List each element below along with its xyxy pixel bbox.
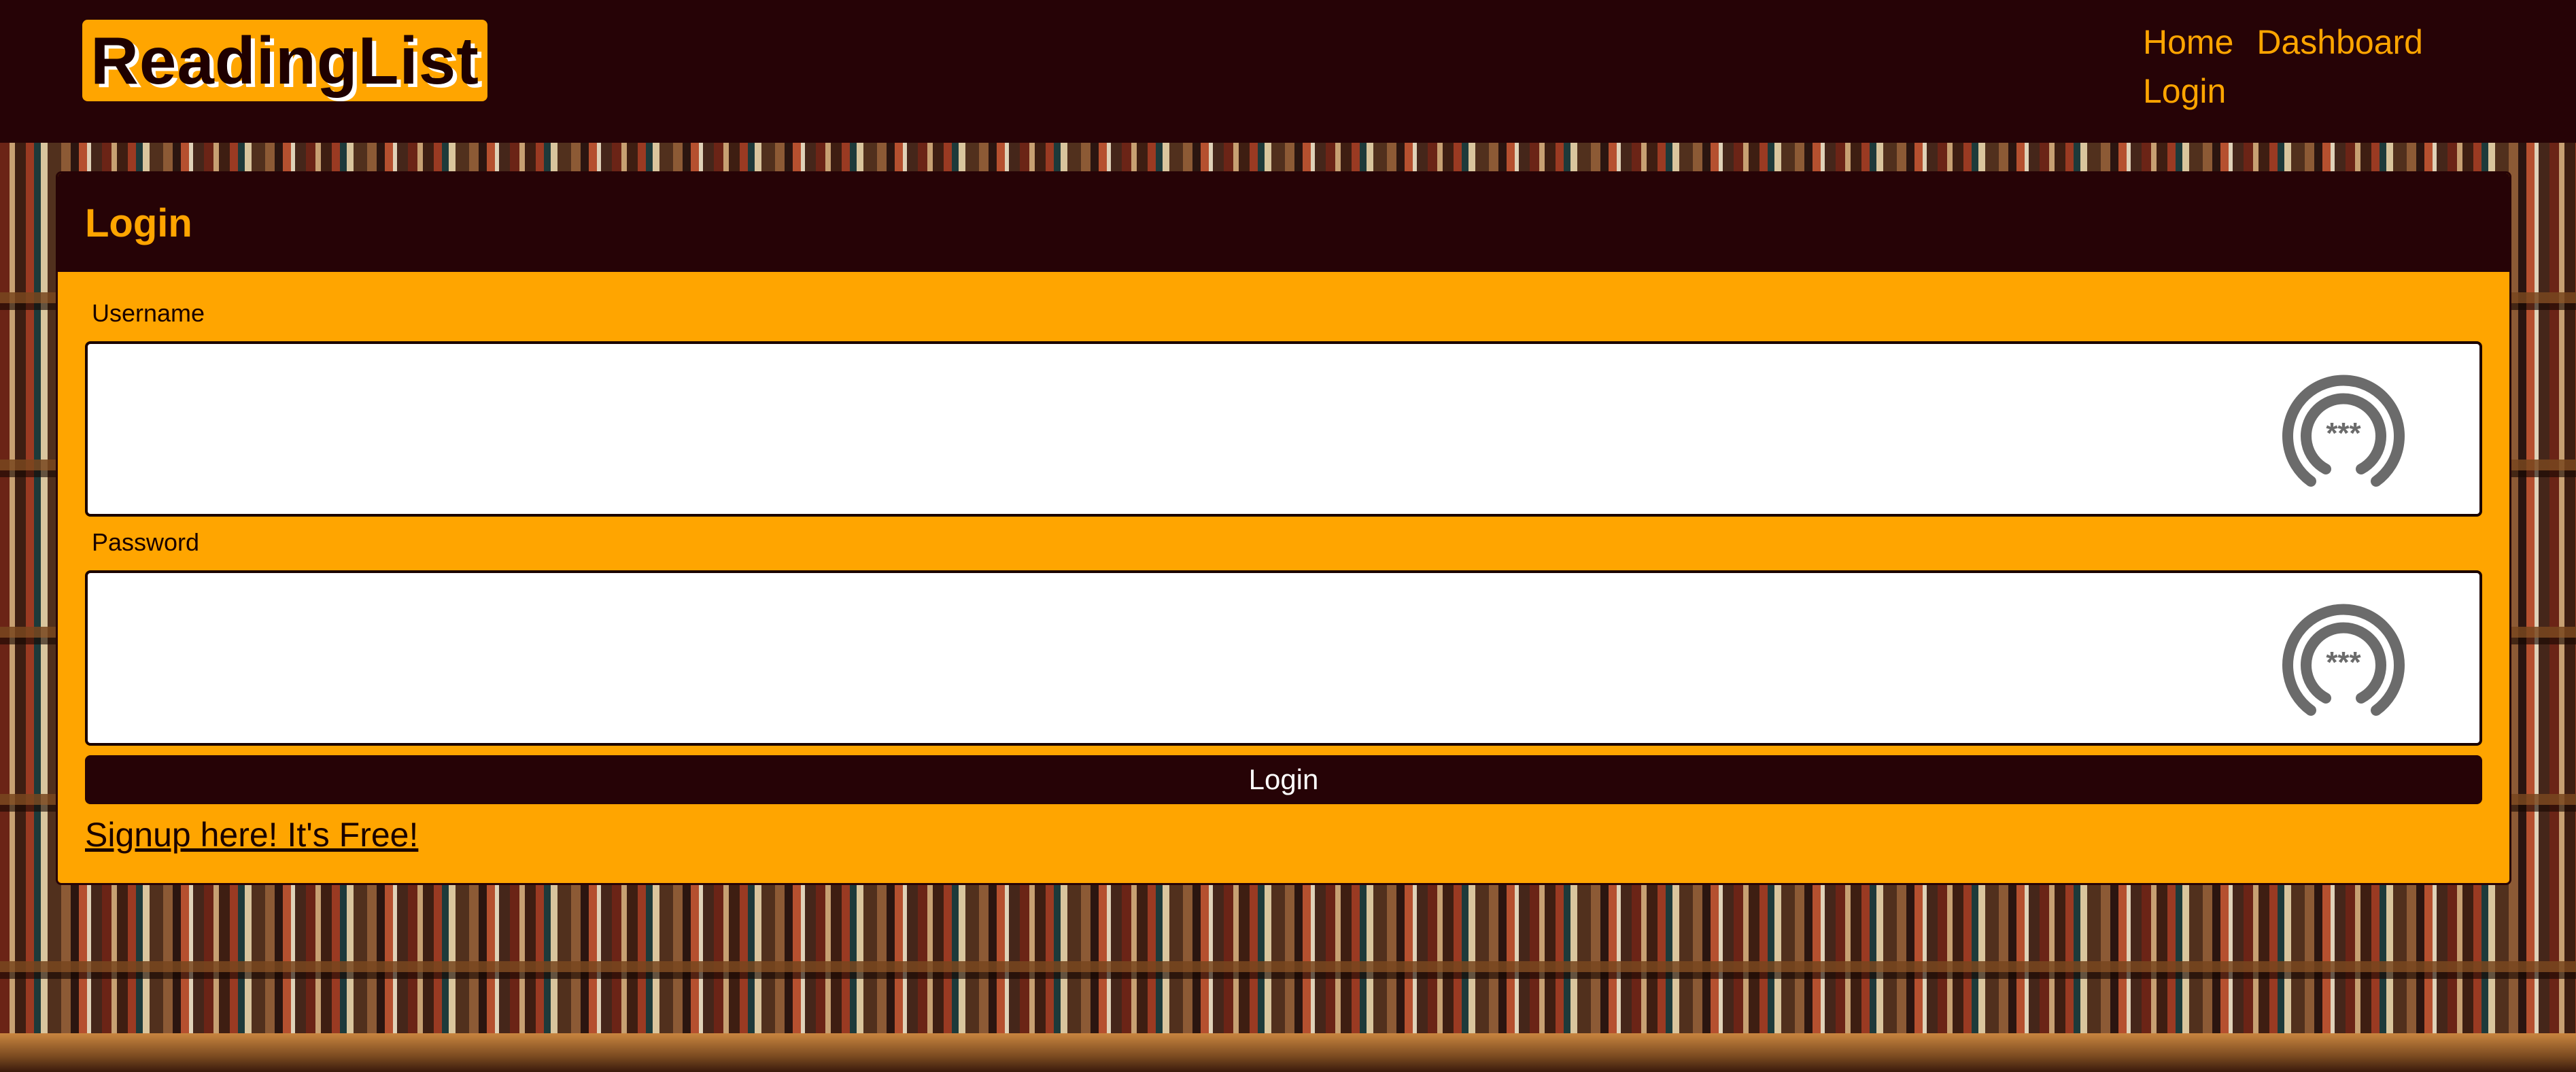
password-field[interactable]: ***: [85, 570, 2482, 746]
nav-home-link[interactable]: Home: [2143, 20, 2233, 64]
login-card: Login Username *** Password *** Login Si…: [56, 171, 2511, 885]
svg-text:***: ***: [2326, 646, 2361, 679]
password-manager-icon[interactable]: ***: [2276, 596, 2411, 725]
username-label: Username: [92, 299, 205, 327]
brand-logo[interactable]: ReadingList: [82, 20, 487, 101]
username-input[interactable]: [101, 344, 2280, 515]
card-header: Login: [58, 173, 2509, 272]
svg-text:***: ***: [2326, 417, 2361, 450]
username-field[interactable]: ***: [85, 341, 2482, 517]
password-manager-icon[interactable]: ***: [2276, 367, 2411, 496]
shelf-floor: [0, 1033, 2576, 1072]
top-navbar: ReadingList Home Dashboard Login: [0, 0, 2576, 143]
nav-links: Home Dashboard Login: [2143, 20, 2428, 113]
password-label: Password: [92, 528, 200, 556]
nav-dashboard-link[interactable]: Dashboard: [2256, 20, 2423, 64]
signup-link[interactable]: Signup here! It's Free!: [85, 815, 418, 854]
nav-login-link[interactable]: Login: [2143, 69, 2226, 113]
login-button[interactable]: Login: [85, 755, 2482, 804]
card-title: Login: [85, 201, 192, 245]
password-input[interactable]: [101, 573, 2280, 744]
